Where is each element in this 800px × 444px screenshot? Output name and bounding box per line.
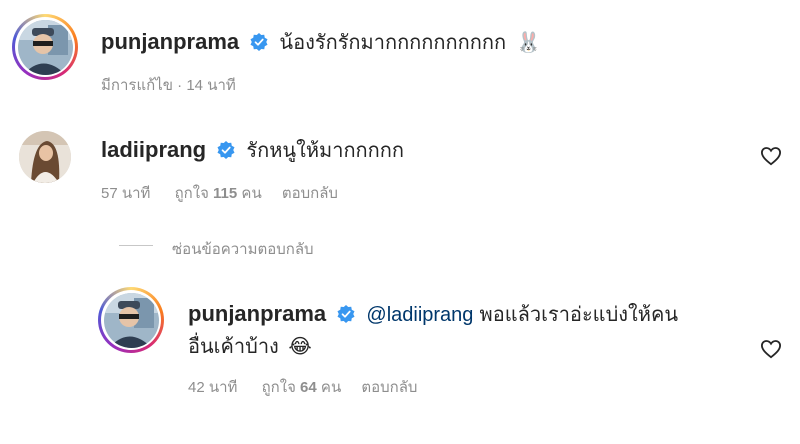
likes-suffix: คน	[320, 379, 342, 396]
likes-number: 115	[213, 185, 238, 202]
comment-text-line-1: พอแล้วเราอ่ะแบ่งให้คน	[479, 304, 679, 326]
hide-replies-button[interactable]: ซ่อนข้อความตอบกลับ	[172, 237, 314, 261]
avatar-photo	[17, 19, 73, 75]
rabbit-emoji-icon: 🐰	[516, 32, 542, 54]
comment-text-line-2: อื่นเค้าบ้าง	[188, 336, 279, 358]
reply-button[interactable]: ตอบกลับ	[282, 185, 338, 202]
comment-username[interactable]: ladiiprang	[101, 137, 206, 162]
comment-time: 57 นาที	[101, 185, 151, 202]
comment-time: 14 นาที	[186, 77, 236, 94]
avatar[interactable]	[98, 287, 164, 353]
likes-prefix: ถูกใจ	[174, 185, 209, 202]
reply-button[interactable]: ตอบกลับ	[361, 379, 417, 396]
laughing-emoji-icon: 😂	[288, 336, 312, 358]
mention-link[interactable]: @ladiiprang	[366, 304, 473, 326]
comment-username[interactable]: punjanprama	[101, 29, 239, 54]
meta-separator: ·	[177, 77, 187, 94]
replies-divider	[119, 245, 153, 246]
avatar[interactable]	[12, 14, 78, 80]
heart-icon[interactable]	[760, 339, 782, 359]
avatar-photo	[103, 292, 159, 348]
comment-username[interactable]: punjanprama	[188, 301, 326, 326]
likes-count-link[interactable]: ถูกใจ 115 คน	[175, 185, 266, 202]
comment-time: 42 นาที	[188, 379, 238, 396]
likes-number: 64	[300, 379, 317, 396]
edited-label: มีการแก้ไข	[101, 77, 173, 94]
avatar[interactable]	[19, 131, 71, 183]
verified-badge-icon	[250, 32, 268, 51]
verified-badge-icon	[217, 140, 235, 159]
comment-text: น้องรักรักมากกกกกกกกกก	[279, 32, 507, 54]
likes-count-link[interactable]: ถูกใจ 64 คน	[262, 379, 346, 396]
likes-prefix: ถูกใจ	[261, 379, 296, 396]
heart-icon[interactable]	[760, 146, 782, 166]
comment-text: รักหนูให้มากกกกก	[246, 140, 404, 162]
verified-badge-icon	[337, 304, 355, 323]
likes-suffix: คน	[241, 185, 262, 202]
